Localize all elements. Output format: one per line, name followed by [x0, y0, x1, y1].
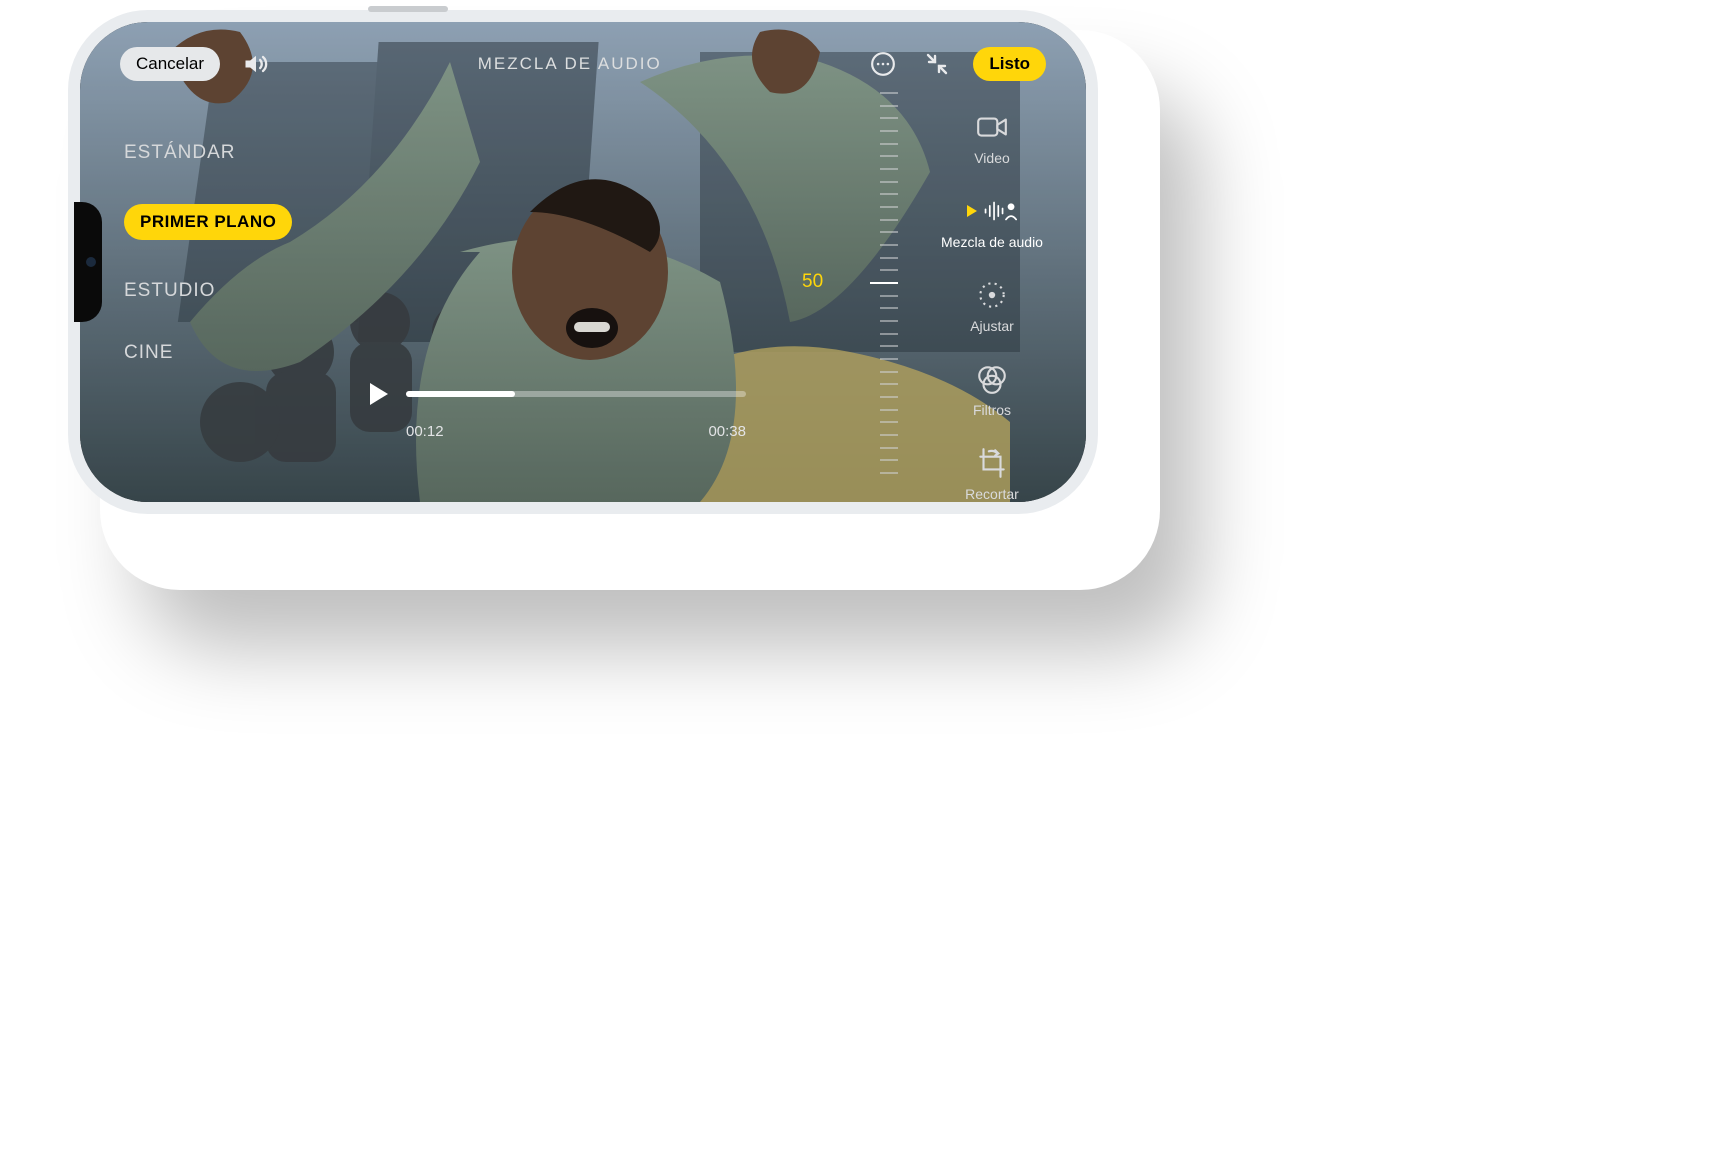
tool-audio-mix[interactable]: Mezcla de audio	[941, 194, 1043, 250]
done-button[interactable]: Listo	[973, 47, 1046, 81]
edit-tools-sidebar: Video	[932, 110, 1052, 502]
exit-fullscreen-icon[interactable]	[919, 46, 955, 82]
tool-adjust-label: Ajustar	[970, 318, 1014, 334]
editor-top-bar: Cancelar MEZCLA DE AUDIO	[80, 40, 1086, 88]
tool-filters[interactable]: Filtros	[973, 362, 1011, 418]
tool-audio-mix-label: Mezcla de audio	[941, 234, 1043, 250]
mode-foreground[interactable]: PRIMER PLANO	[124, 204, 292, 240]
volume-icon[interactable]	[238, 46, 274, 82]
tool-filters-label: Filtros	[973, 402, 1011, 418]
playback-controls: 00:12 00:38	[370, 383, 746, 440]
time-elapsed: 00:12	[406, 423, 444, 440]
tool-crop-label: Recortar	[965, 486, 1019, 502]
scrubber-progress	[406, 391, 515, 397]
tool-adjust[interactable]: Ajustar	[970, 278, 1014, 334]
tool-crop[interactable]: Recortar	[965, 446, 1019, 502]
play-button[interactable]	[370, 383, 388, 405]
tool-video[interactable]: Video	[974, 110, 1010, 166]
device-notch	[74, 202, 102, 322]
iphone-device-frame: Cancelar MEZCLA DE AUDIO	[68, 10, 1098, 514]
play-indicator-icon	[967, 205, 977, 217]
editor-title: MEZCLA DE AUDIO	[292, 54, 847, 74]
intensity-value: 50	[802, 271, 823, 293]
tool-video-label: Video	[974, 150, 1010, 166]
intensity-slider[interactable]: 50	[832, 92, 902, 472]
audio-mix-mode-list: ESTÁNDAR PRIMER PLANO ESTUDIO CINE	[124, 142, 292, 364]
screen: Cancelar MEZCLA DE AUDIO	[80, 22, 1086, 502]
mode-studio[interactable]: ESTUDIO	[124, 280, 215, 302]
more-options-icon[interactable]	[865, 46, 901, 82]
scrubber-track[interactable]	[406, 391, 746, 397]
time-total: 00:38	[708, 423, 746, 440]
cancel-button[interactable]: Cancelar	[120, 47, 220, 81]
mode-standard[interactable]: ESTÁNDAR	[124, 142, 235, 164]
mode-cinematic[interactable]: CINE	[124, 342, 173, 364]
